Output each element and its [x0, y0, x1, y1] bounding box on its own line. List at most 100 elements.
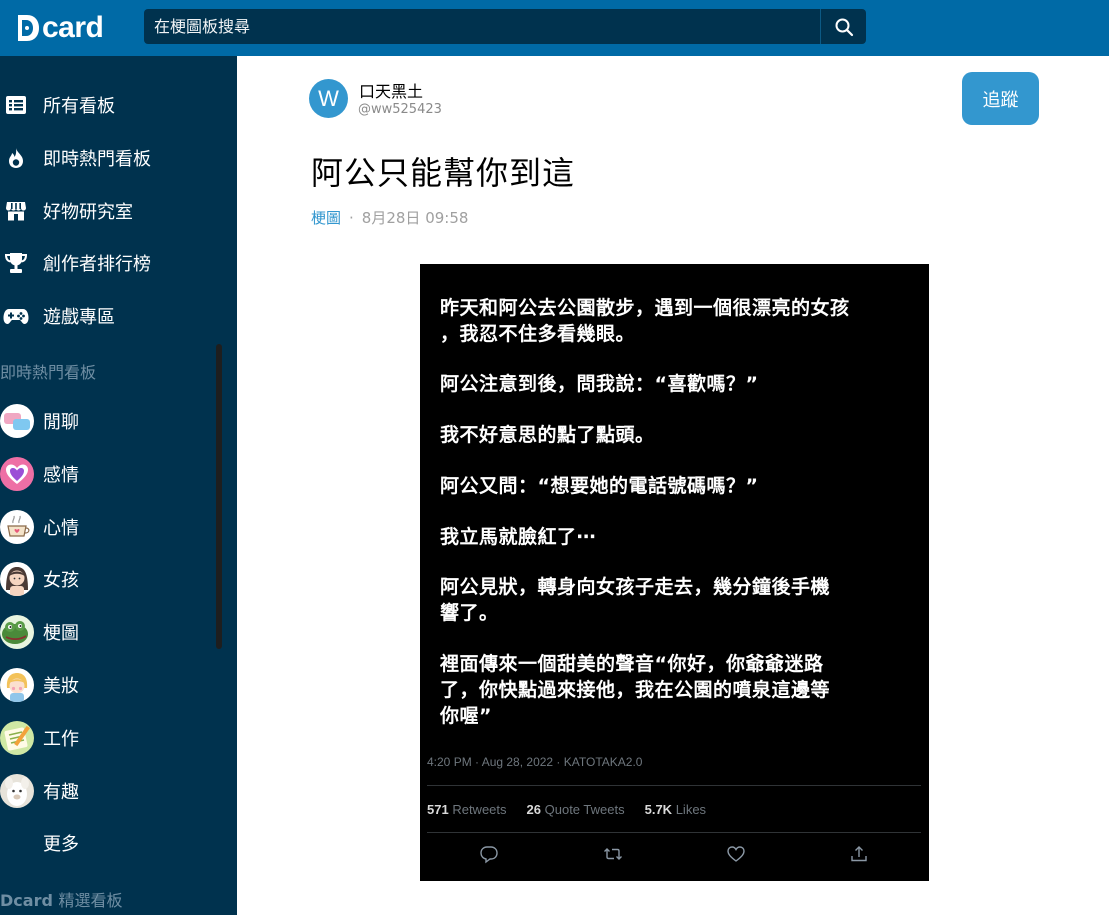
sidebar-board-mood[interactable]: 心情	[0, 505, 237, 549]
section-featured-heading: Dcard 精選看板	[0, 887, 123, 911]
tweet-divider	[427, 785, 921, 786]
logo-text: card	[42, 11, 104, 44]
dcard-logo[interactable]: card	[16, 10, 104, 46]
sidebar-board-work[interactable]: 工作	[0, 716, 237, 760]
meta-separator: ·	[349, 208, 354, 227]
search-button[interactable]	[820, 9, 866, 44]
tweet-paragraph: 昨天和阿公去公園散步，遇到一個很漂亮的女孩 ，我忍不住多看幾眼。	[440, 295, 900, 347]
sidebar-item-label: 創作者排行榜	[43, 254, 151, 275]
sidebar-item-label: 美妝	[43, 676, 79, 697]
gamepad-icon	[0, 300, 32, 332]
sidebar-item-label: 梗圖	[43, 623, 79, 644]
like-icon	[727, 846, 745, 862]
sidebar-board-meme[interactable]: 梗圖	[0, 610, 237, 654]
top-header: card	[0, 0, 1109, 56]
follow-button[interactable]: 追蹤	[962, 72, 1039, 125]
sidebar: 所有看板 即時熱門看板 好物研究室 創作者排行榜 遊戲專區 即時熱門看板 閒聊	[0, 56, 237, 915]
quotes-label: Quote Tweets	[544, 802, 625, 817]
tweet-paragraph: 我立馬就臉紅了⋯	[440, 524, 900, 550]
tweet-line: 了，你快點過來接他，我在公園的噴泉這邊等	[440, 679, 831, 701]
likes-count: 5.7K	[644, 802, 673, 817]
board-fun-avatar	[0, 774, 34, 808]
store-icon	[0, 195, 32, 227]
sidebar-item-label: 所有看板	[43, 96, 115, 117]
sidebar-board-girl[interactable]: 女孩	[0, 557, 237, 601]
tweet-divider	[427, 832, 921, 833]
tweet-line: 昨天和阿公去公園散步，遇到一個很漂亮的女孩	[440, 297, 850, 319]
sidebar-board-fun[interactable]: 有趣	[0, 769, 237, 813]
search-input[interactable]	[144, 9, 820, 44]
tweet-stats: 571 Retweets 26 Quote Tweets 5.7K Likes	[427, 802, 726, 817]
retweets-count: 571	[427, 802, 449, 817]
section-featured-brand: Dcard	[0, 891, 53, 910]
tweet-line: 裡面傳來一個甜美的聲音“你好，你爺爺迷路	[440, 653, 824, 675]
tweet-line: ，我忍不住多看幾眼。	[440, 323, 636, 345]
sidebar-item-label: 心情	[43, 518, 79, 539]
list-icon	[0, 89, 32, 121]
sidebar-scrollbar[interactable]	[216, 344, 222, 649]
tweet-paragraph: 阿公又問：“想要她的電話號碼嗎？”	[440, 473, 900, 499]
sidebar-item-label: 遊戲專區	[43, 307, 115, 328]
tweet-line: 我不好意思的點了點頭。	[440, 424, 655, 446]
sidebar-item-label: 閒聊	[43, 412, 79, 433]
tweet-line: 我立馬就臉紅了⋯	[440, 526, 597, 548]
fire-icon	[0, 142, 32, 174]
sidebar-item-hot-boards[interactable]: 即時熱門看板	[0, 136, 237, 180]
sidebar-item-label: 即時熱門看板	[43, 149, 151, 170]
tweet-timestamp: 4:20 PM · Aug 28, 2022 · KATOTAKA2.0	[427, 755, 643, 769]
sidebar-item-label: 女孩	[43, 570, 79, 591]
sidebar-item-label: 有趣	[43, 782, 79, 803]
post-image-tweet-screenshot[interactable]: 昨天和阿公去公園散步，遇到一個很漂亮的女孩 ，我忍不住多看幾眼。 阿公注意到後，…	[420, 264, 929, 881]
search-icon	[835, 18, 853, 36]
sidebar-board-chat[interactable]: 閒聊	[0, 399, 237, 443]
tweet-line: 你喔”	[440, 705, 492, 727]
reply-icon	[480, 846, 498, 864]
section-hot-boards-heading: 即時熱門看板	[0, 363, 97, 382]
board-makeup-avatar	[0, 668, 34, 702]
tweet-paragraph: 裡面傳來一個甜美的聲音“你好，你爺爺迷路 了，你快點過來接他，我在公園的噴泉這邊…	[440, 651, 900, 729]
sidebar-more-label: 更多	[43, 834, 79, 855]
tweet-line: 阿公又問：“想要她的電話號碼嗎？”	[440, 475, 759, 497]
sidebar-item-games[interactable]: 遊戲專區	[0, 294, 237, 338]
sidebar-more[interactable]: 更多	[0, 821, 237, 865]
tweet-paragraph: 阿公注意到後，問我說：“喜歡嗎？”	[440, 371, 900, 397]
tweet-retweets-stat: 571 Retweets	[427, 802, 507, 817]
sidebar-item-goods-lab[interactable]: 好物研究室	[0, 189, 237, 233]
sidebar-item-label: 感情	[43, 465, 79, 486]
board-chat-avatar	[0, 404, 34, 438]
board-work-avatar	[0, 721, 34, 755]
retweet-icon	[604, 848, 622, 860]
board-mood-avatar	[0, 510, 34, 544]
sidebar-item-all-boards[interactable]: 所有看板	[0, 83, 237, 127]
likes-label: Likes	[675, 802, 707, 817]
sidebar-board-makeup[interactable]: 美妝	[0, 663, 237, 707]
tweet-line: 阿公見狀，轉身向女孩子走去，幾分鐘後手機	[440, 576, 831, 598]
tweet-paragraph: 阿公見狀，轉身向女孩子走去，幾分鐘後手機 響了。	[440, 574, 900, 626]
tweet-line: 響了。	[440, 602, 499, 624]
dcard-logo-d-icon	[18, 15, 39, 41]
post-meta: 梗圖 · 8月28日 09:58	[311, 207, 468, 228]
sidebar-item-creator-ranking[interactable]: 創作者排行榜	[0, 241, 237, 285]
post-date: 8月28日 09:58	[361, 209, 469, 227]
section-featured-label: 精選看板	[58, 891, 123, 910]
tweet-paragraph: 我不好意思的點了點頭。	[440, 422, 900, 448]
tweet-likes-stat: 5.7K Likes	[645, 802, 706, 817]
tweet-line: 阿公注意到後，問我說：“喜歡嗎？”	[440, 373, 759, 395]
tweet-quotes-stat: 26 Quote Tweets	[527, 802, 625, 817]
share-icon	[851, 846, 867, 862]
quotes-count: 26	[526, 802, 541, 817]
board-relationship-avatar	[0, 457, 34, 491]
board-meme-avatar	[0, 615, 34, 649]
board-girl-avatar	[0, 562, 34, 596]
author-avatar[interactable]: W	[309, 79, 348, 118]
post-title: 阿公只能幫你到這	[311, 154, 576, 192]
search-box	[144, 9, 820, 44]
sidebar-item-label: 好物研究室	[43, 202, 133, 223]
sidebar-board-relationship[interactable]: 感情	[0, 452, 237, 496]
retweets-label: Retweets	[452, 802, 507, 817]
author-name[interactable]: 口天黑土	[359, 78, 423, 102]
author-handle: @ww525423	[358, 102, 442, 117]
trophy-icon	[0, 247, 32, 279]
post-board-link[interactable]: 梗圖	[311, 207, 341, 228]
tweet-actions	[420, 844, 929, 864]
